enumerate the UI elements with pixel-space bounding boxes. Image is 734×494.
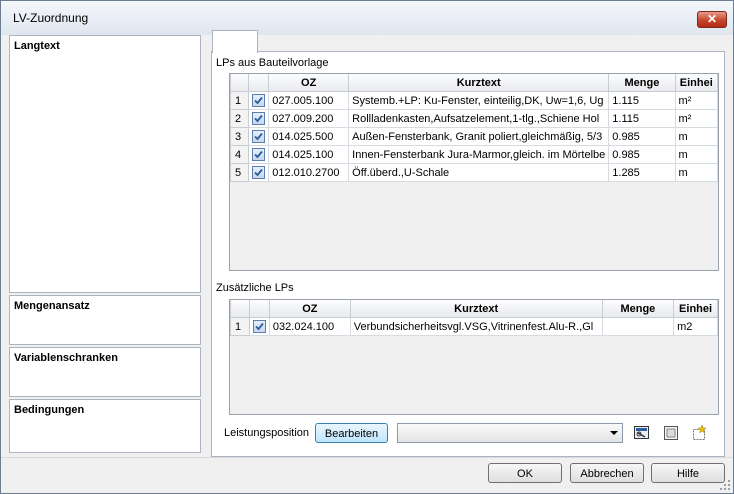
row-checkbox[interactable]: [248, 127, 270, 146]
section1-label: LPs aus Bauteilvorlage: [216, 57, 329, 69]
window-title: LV-Zuordnung: [13, 11, 89, 25]
resize-grip-icon[interactable]: [719, 479, 731, 491]
window-icon[interactable]: [662, 424, 680, 442]
bedingungen-label: Bedingungen: [14, 404, 85, 416]
menge-cell[interactable]: 1.285: [608, 163, 676, 182]
checkbox-icon[interactable]: [252, 93, 266, 107]
kurztext-cell[interactable]: Öff.überd.,U-Schale: [348, 163, 610, 182]
row-number: 2: [230, 109, 250, 128]
row-checkbox[interactable]: [248, 317, 270, 336]
oz-cell[interactable]: 014.025.100: [268, 145, 350, 164]
einheit-cell[interactable]: m: [674, 127, 718, 146]
section1-column-header-3[interactable]: Kurztext: [348, 74, 610, 92]
footer-separator: [1, 457, 733, 458]
menge-cell[interactable]: 1.115: [608, 91, 676, 110]
kurztext-cell[interactable]: Außen-Fensterbank, Granit poliert,gleich…: [348, 127, 610, 146]
title-bar: LV-Zuordnung ✕: [1, 1, 733, 35]
section2-column-header-5[interactable]: Einhei: [673, 300, 718, 318]
kurztext-cell[interactable]: Innen-Fensterbank Jura-Marmor,gleich. im…: [348, 145, 610, 164]
table-row[interactable]: 1 032.024.100 Verbundsicherheitsvgl.VSG,Vi…: [230, 317, 718, 336]
lp-table: OZ Kurztext Menge Einhei 1 027.005.100 System…: [230, 74, 718, 182]
checkbox-icon[interactable]: [252, 319, 266, 333]
section2-column-header-4[interactable]: Menge: [601, 300, 675, 318]
section2-column-header-0[interactable]: [230, 300, 250, 318]
row-number: 5: [230, 163, 250, 182]
checkbox-icon[interactable]: [252, 165, 266, 179]
tab-main[interactable]: [212, 30, 258, 53]
section2-column-header-3[interactable]: Kurztext: [349, 300, 603, 318]
section2-label: Zusätzliche LPs: [216, 282, 294, 294]
table-row[interactable]: 3 014.025.500 Außen-Fensterbank, Granit po…: [230, 127, 718, 146]
oz-cell[interactable]: 012.010.2700: [268, 163, 350, 182]
section2-column-header-1[interactable]: [248, 300, 270, 318]
bedingungen-panel[interactable]: Bedingungen: [9, 399, 201, 453]
row-number: 4: [230, 145, 250, 164]
variablenschranken-panel[interactable]: Variablenschranken: [9, 347, 201, 397]
row-checkbox[interactable]: [248, 109, 270, 128]
einheit-cell[interactable]: m²: [674, 91, 718, 110]
chevron-down-icon[interactable]: [610, 431, 618, 435]
cancel-button[interactable]: Abbrechen: [570, 463, 644, 483]
checkbox-icon[interactable]: [252, 129, 266, 143]
ok-button[interactable]: OK: [488, 463, 562, 483]
leistungsposition-label: Leistungsposition: [224, 427, 310, 439]
checkbox-icon[interactable]: [252, 111, 266, 125]
additional-lp-table: OZ Kurztext Menge Einhei 1 032.024.100 Verbun…: [230, 300, 718, 336]
row-number: 3: [230, 127, 250, 146]
mengenansatz-panel[interactable]: Mengenansatz: [9, 295, 201, 345]
section2-column-header-2[interactable]: OZ: [268, 300, 351, 318]
bearbeiten-button[interactable]: Bearbeiten: [315, 423, 388, 443]
einheit-cell[interactable]: m: [674, 163, 718, 182]
kurztext-cell[interactable]: Systemb.+LP: Ku-Fenster, einteilig,DK, U…: [348, 91, 610, 110]
menge-cell[interactable]: 0.985: [608, 145, 676, 164]
kurztext-cell[interactable]: Rollladenkasten,Aufsatzelement,1-tlg.,Sc…: [348, 109, 610, 128]
close-button[interactable]: ✕: [697, 11, 727, 28]
checkbox-icon[interactable]: [252, 147, 266, 161]
dialog-window: LV-Zuordnung ✕ Langtext Mengenansatz Var…: [0, 0, 734, 494]
zoom-icon[interactable]: [633, 424, 651, 442]
einheit-cell[interactable]: m²: [674, 109, 718, 128]
table-row[interactable]: 4 014.025.100 Innen-Fensterbank Jura-Marmo…: [230, 145, 718, 164]
position-combobox[interactable]: [397, 423, 623, 443]
oz-cell[interactable]: 032.024.100: [268, 317, 351, 336]
oz-cell[interactable]: 014.025.500: [268, 127, 350, 146]
row-checkbox[interactable]: [248, 163, 270, 182]
oz-cell[interactable]: 027.005.100: [268, 91, 350, 110]
langtext-panel[interactable]: Langtext: [9, 35, 201, 293]
oz-cell[interactable]: 027.009.200: [268, 109, 350, 128]
lp-grid[interactable]: OZ Kurztext Menge Einhei 1 027.005.100 System…: [229, 73, 719, 271]
mengenansatz-label: Mengenansatz: [14, 300, 90, 312]
variablenschranken-label: Variablenschranken: [14, 352, 118, 364]
section1-column-header-1[interactable]: [248, 74, 270, 92]
menge-cell[interactable]: 1.115: [608, 109, 676, 128]
new-item-icon[interactable]: [690, 424, 708, 442]
kurztext-cell[interactable]: Verbundsicherheitsvgl.VSG,Vitrinenfest.A…: [349, 317, 603, 336]
menge-cell[interactable]: 0.985: [608, 127, 676, 146]
langtext-label: Langtext: [14, 40, 60, 52]
einheit-cell[interactable]: m2: [673, 317, 718, 336]
table-row[interactable]: 5 012.010.2700 Öff.überd.,U-Schale 1.285 m: [230, 163, 718, 182]
section1-column-header-4[interactable]: Menge: [608, 74, 676, 92]
row-checkbox[interactable]: [248, 145, 270, 164]
row-number: 1: [230, 91, 250, 110]
row-number: 1: [230, 317, 250, 336]
section1-column-header-2[interactable]: OZ: [268, 74, 350, 92]
table-row[interactable]: 1 027.005.100 Systemb.+LP: Ku-Fenster, ein…: [230, 91, 718, 110]
row-checkbox[interactable]: [248, 91, 270, 110]
section1-column-header-5[interactable]: Einhei: [674, 74, 718, 92]
menge-cell[interactable]: [601, 317, 675, 336]
table-row[interactable]: 2 027.009.200 Rollladenkasten,Aufsatzeleme…: [230, 109, 718, 128]
help-button[interactable]: Hilfe: [651, 463, 725, 483]
section1-column-header-0[interactable]: [230, 74, 250, 92]
einheit-cell[interactable]: m: [674, 145, 718, 164]
additional-lp-grid[interactable]: OZ Kurztext Menge Einhei 1 032.024.100 Verbun…: [229, 299, 719, 415]
